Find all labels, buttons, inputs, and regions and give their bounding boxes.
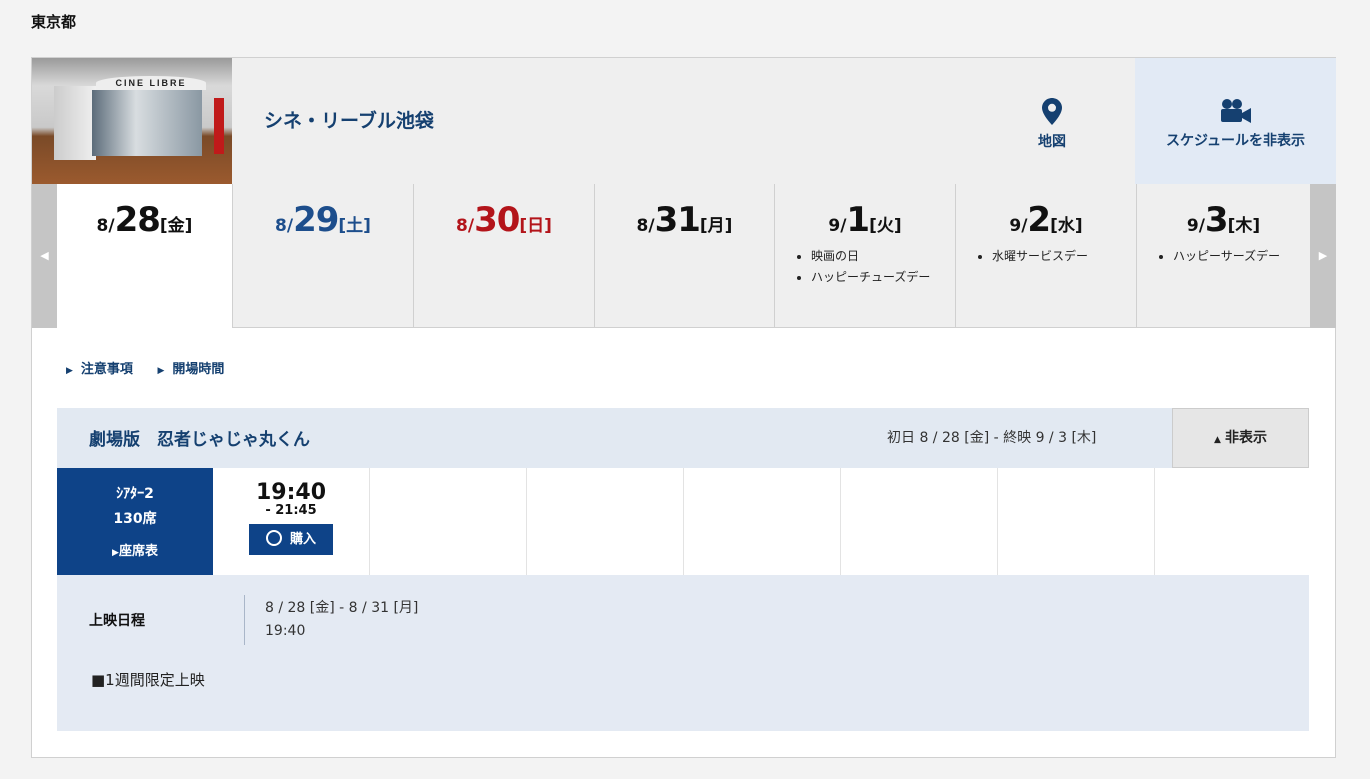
hide-film-label: 非表示 bbox=[1224, 430, 1267, 446]
date-label: 8/29[土] bbox=[275, 200, 371, 240]
limited-note: ■1週間限定上映 bbox=[91, 671, 205, 689]
map-button[interactable]: 地図 bbox=[1022, 98, 1082, 151]
schedule-label: 上映日程 bbox=[89, 613, 145, 629]
schedule-dates: 8 / 28 [金] - 8 / 31 [月] bbox=[265, 600, 419, 616]
date-note: 水曜サービスデー bbox=[992, 246, 1112, 267]
empty-slot bbox=[684, 468, 841, 575]
date-notes: 水曜サービスデー bbox=[992, 246, 1112, 267]
film-header: 劇場版 忍者じゃじゃ丸くん 初日 8 / 28 [金] - 終映 9 / 3 [… bbox=[57, 408, 1309, 468]
next-dates-arrow[interactable]: ▶ bbox=[1310, 184, 1336, 328]
date-note: 映画の日 bbox=[811, 246, 931, 267]
prefecture-heading: 東京都 bbox=[31, 13, 77, 31]
screen-cell: ｼｱﾀｰ2 130席 ▶座席表 bbox=[57, 468, 213, 575]
seat-count: 130席 bbox=[113, 511, 157, 527]
buy-button[interactable]: 購入 bbox=[249, 524, 333, 555]
date-tab[interactable]: 8/29[土] bbox=[232, 184, 413, 328]
date-tab[interactable]: 9/3[木] ハッピーサーズデー bbox=[1136, 184, 1310, 328]
date-label: 9/1[火] bbox=[828, 200, 902, 240]
showtime-start: 19:40 bbox=[255, 480, 327, 505]
photo-sign: CINE LIBRE bbox=[96, 76, 206, 90]
prev-dates-arrow[interactable]: ◀ bbox=[32, 184, 57, 328]
date-tab[interactable]: 9/2[水] 水曜サービスデー bbox=[955, 184, 1136, 328]
schedule-toggle-button[interactable]: スケジュールを非表示 bbox=[1135, 58, 1336, 184]
date-label: 9/2[水] bbox=[1009, 200, 1083, 240]
empty-slot bbox=[841, 468, 998, 575]
date-tabs: ◀ 8/28[金] 8/29[土] 8/30[日] 8/31[月] 9/1[火] 映画の日… bbox=[32, 184, 1336, 328]
opening-time-link[interactable]: ▶ 開場時間 bbox=[157, 362, 224, 377]
divider bbox=[244, 595, 245, 645]
circle-icon bbox=[265, 530, 282, 546]
film-title[interactable]: 劇場版 忍者じゃじゃ丸くん bbox=[89, 425, 310, 450]
schedule-info: 上映日程 8 / 28 [金] - 8 / 31 [月] 19:40 ■1週間限… bbox=[57, 575, 1309, 731]
schedule-toggle-label: スケジュールを非表示 bbox=[1165, 133, 1306, 149]
caution-link[interactable]: ▶ 注意事項 bbox=[66, 362, 133, 377]
date-notes: 映画の日ハッピーチューズデー bbox=[811, 246, 931, 288]
theater-photo: CINE LIBRE bbox=[32, 58, 232, 184]
schedule-time: 19:40 bbox=[265, 623, 306, 639]
map-pin-icon bbox=[1042, 98, 1062, 125]
date-notes: ハッピーサーズデー bbox=[1173, 246, 1293, 267]
empty-slot bbox=[1155, 468, 1309, 575]
showtime-end: - 21:45 bbox=[265, 503, 317, 518]
empty-slot bbox=[370, 468, 527, 575]
theater-name[interactable]: シネ・リーブル池袋 bbox=[264, 106, 434, 133]
triangle-right-icon: ▶ bbox=[112, 548, 119, 558]
empty-slot bbox=[527, 468, 684, 575]
caret-up-icon: ▲ bbox=[1214, 435, 1221, 445]
showtime-slot: 19:40 - 21:45 購入 bbox=[213, 468, 370, 575]
date-label: 8/28[金] bbox=[96, 200, 193, 240]
date-note: ハッピーサーズデー bbox=[1173, 246, 1293, 267]
screen-name: ｼｱﾀｰ2 bbox=[116, 486, 154, 502]
video-camera-icon bbox=[1220, 99, 1251, 123]
map-label: 地図 bbox=[1038, 134, 1066, 150]
info-links: ▶ 注意事項 ▶ 開場時間 bbox=[66, 358, 244, 377]
date-note: ハッピーチューズデー bbox=[811, 267, 931, 288]
date-label: 9/3[木] bbox=[1186, 200, 1261, 240]
film-period: 初日 8 / 28 [金] - 終映 9 / 3 [木] bbox=[887, 430, 1097, 446]
date-tab[interactable]: 9/1[火] 映画の日ハッピーチューズデー bbox=[774, 184, 955, 328]
empty-slot bbox=[998, 468, 1155, 575]
showtime-row: ｼｱﾀｰ2 130席 ▶座席表 19:40 - 21:45 購入 bbox=[57, 468, 1309, 575]
date-label: 8/30[日] bbox=[456, 200, 552, 240]
date-label: 8/31[月] bbox=[636, 200, 733, 240]
theater-card: CINE LIBRE シネ・リーブル池袋 地図 スケジュールを非表示 ◀ 8/2… bbox=[31, 57, 1336, 758]
hide-film-button[interactable]: ▲ 非表示 bbox=[1172, 408, 1309, 468]
date-tab[interactable]: 8/30[日] bbox=[413, 184, 594, 328]
seatmap-link[interactable]: ▶座席表 bbox=[57, 540, 213, 559]
date-tab[interactable]: 8/28[金] bbox=[57, 184, 232, 328]
theater-header: シネ・リーブル池袋 地図 bbox=[232, 58, 1135, 184]
date-tab[interactable]: 8/31[月] bbox=[594, 184, 774, 328]
